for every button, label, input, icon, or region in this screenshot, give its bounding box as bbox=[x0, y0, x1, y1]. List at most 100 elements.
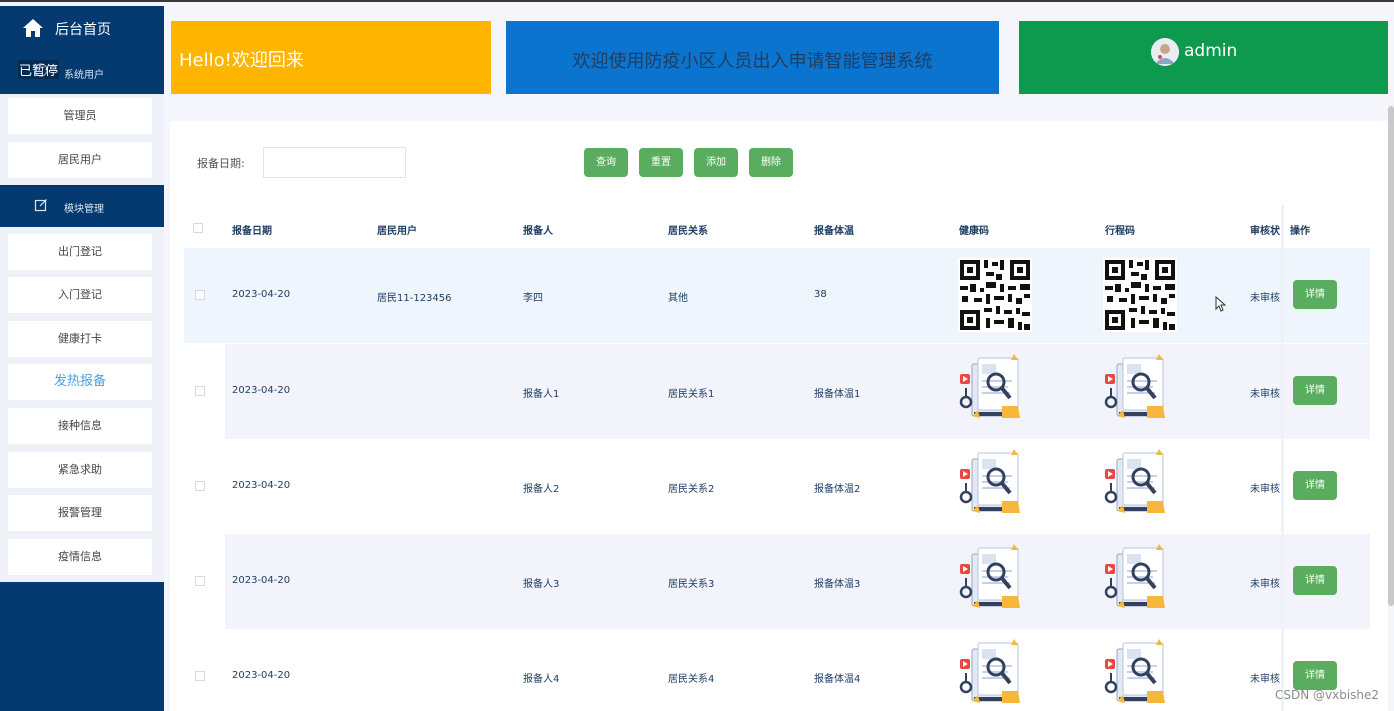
sidebar-group-system-users: 管理员 居民用户 bbox=[0, 94, 164, 185]
cell-report-date: 2023-04-20 bbox=[232, 480, 291, 491]
cell-report-date: 2023-04-20 bbox=[232, 385, 291, 396]
cell-status: 未审核 bbox=[1250, 484, 1280, 495]
window-top-border bbox=[0, 0, 1394, 2]
cell-reporter: 李四 bbox=[523, 293, 543, 304]
detail-button[interactable]: 详情 bbox=[1293, 280, 1337, 309]
sidebar-item-vaccination[interactable]: 接种信息 bbox=[8, 408, 152, 444]
sidebar-section-label: 系统用户 bbox=[64, 70, 104, 81]
cell-reporter: 报备人1 bbox=[523, 389, 560, 400]
trip-code-image[interactable] bbox=[1103, 639, 1177, 711]
cell-reporter: 报备人3 bbox=[523, 579, 560, 590]
avatar-icon bbox=[1151, 38, 1179, 66]
cell-status: 未审核 bbox=[1250, 579, 1280, 590]
reset-button[interactable]: 重置 bbox=[639, 148, 683, 177]
sidebar-home-link[interactable]: 后台首页 bbox=[0, 6, 164, 50]
sidebar-item-alarm-management[interactable]: 报警管理 bbox=[8, 495, 152, 531]
health-code-image[interactable] bbox=[958, 544, 1032, 618]
trip-code-image[interactable] bbox=[1103, 544, 1177, 618]
cell-temperature: 报备体温3 bbox=[814, 579, 861, 590]
cell-relation: 居民关系4 bbox=[668, 674, 715, 685]
trip-code-image[interactable] bbox=[1103, 258, 1177, 332]
cell-relation: 居民关系1 bbox=[668, 389, 715, 400]
detail-button[interactable]: 详情 bbox=[1293, 471, 1337, 500]
detail-button[interactable]: 详情 bbox=[1293, 566, 1337, 595]
column-header-health-code[interactable]: 健康码 bbox=[959, 222, 989, 237]
health-code-image[interactable] bbox=[958, 639, 1032, 711]
report-date-label: 报备日期: bbox=[197, 157, 245, 170]
admin-card[interactable]: admin bbox=[1019, 21, 1388, 94]
paused-overlay: 已暂停 bbox=[18, 60, 60, 79]
table-row[interactable] bbox=[184, 248, 1370, 343]
health-code-image[interactable] bbox=[958, 354, 1032, 428]
system-title-card: 欢迎使用防疫小区人员出入申请智能管理系统 bbox=[506, 21, 999, 94]
health-code-image[interactable] bbox=[958, 258, 1032, 332]
sidebar-home-label: 后台首页 bbox=[55, 22, 111, 38]
cell-temperature: 报备体温2 bbox=[814, 484, 861, 495]
column-header-resident[interactable]: 居民用户 bbox=[377, 222, 417, 237]
cell-reporter: 报备人4 bbox=[523, 674, 560, 685]
sidebar-section-label: 模块管理 bbox=[64, 204, 104, 215]
add-button[interactable]: 添加 bbox=[694, 148, 738, 177]
cell-status: 未审核 bbox=[1250, 389, 1280, 400]
cell-relation: 其他 bbox=[668, 293, 688, 304]
sidebar-item-health-checkin[interactable]: 健康打卡 bbox=[8, 321, 152, 357]
table-row[interactable] bbox=[225, 344, 1370, 439]
report-date-input[interactable] bbox=[263, 147, 406, 178]
detail-button[interactable]: 详情 bbox=[1293, 376, 1337, 405]
cell-report-date: 2023-04-20 bbox=[232, 575, 291, 586]
column-header-relation[interactable]: 居民关系 bbox=[668, 222, 708, 237]
cell-report-date: 2023-04-20 bbox=[232, 289, 291, 300]
avatar bbox=[1151, 38, 1179, 66]
system-title: 欢迎使用防疫小区人员出入申请智能管理系统 bbox=[572, 51, 933, 72]
row-checkbox[interactable] bbox=[195, 290, 205, 300]
home-icon bbox=[23, 19, 43, 37]
welcome-card: Hello!欢迎回来 bbox=[171, 21, 491, 94]
delete-button[interactable]: 删除 bbox=[749, 148, 793, 177]
watermark: CSDN @vxbishe2 bbox=[1275, 688, 1380, 702]
trip-code-image[interactable] bbox=[1103, 449, 1177, 523]
row-checkbox[interactable] bbox=[195, 576, 205, 586]
sidebar-item-epidemic-info[interactable]: 疫情信息 bbox=[8, 539, 152, 575]
cell-temperature: 报备体温1 bbox=[814, 389, 861, 400]
scrollbar[interactable] bbox=[1388, 106, 1394, 606]
column-header-date[interactable]: 报备日期 bbox=[232, 222, 272, 237]
cell-resident: 居民11-123456 bbox=[377, 293, 452, 304]
sidebar-item-exit-registration[interactable]: 出门登记 bbox=[8, 234, 152, 270]
sidebar-section-modules[interactable]: 模块管理 bbox=[0, 185, 164, 229]
column-header-trip-code[interactable]: 行程码 bbox=[1105, 222, 1135, 237]
edit-icon bbox=[34, 199, 47, 212]
health-code-image[interactable] bbox=[958, 449, 1032, 523]
cell-report-date: 2023-04-20 bbox=[232, 670, 291, 681]
cell-status: 未审核 bbox=[1250, 674, 1280, 685]
row-checkbox[interactable] bbox=[195, 481, 205, 491]
trip-code-image[interactable] bbox=[1103, 354, 1177, 428]
admin-name: admin bbox=[1184, 41, 1238, 61]
row-checkbox[interactable] bbox=[195, 386, 205, 396]
sidebar-item-residents[interactable]: 居民用户 bbox=[8, 142, 152, 178]
mouse-cursor-icon bbox=[1215, 296, 1227, 312]
cell-temperature: 报备体温4 bbox=[814, 674, 861, 685]
cell-relation: 居民关系3 bbox=[668, 579, 715, 590]
query-button[interactable]: 查询 bbox=[584, 148, 628, 177]
sidebar-item-entry-registration[interactable]: 入门登记 bbox=[8, 277, 152, 313]
welcome-text: Hello!欢迎回来 bbox=[179, 50, 304, 71]
sidebar-item-admin[interactable]: 管理员 bbox=[8, 98, 152, 134]
cell-temperature: 38 bbox=[814, 289, 827, 300]
column-header-status[interactable]: 审核状 bbox=[1250, 222, 1281, 237]
cell-status: 未审核 bbox=[1250, 293, 1280, 304]
column-header-temperature[interactable]: 报备体温 bbox=[814, 222, 854, 237]
column-header-actions: 操作 bbox=[1290, 226, 1310, 237]
column-header-reporter[interactable]: 报备人 bbox=[523, 222, 553, 237]
sidebar-item-fever-report[interactable]: 发热报备 bbox=[8, 364, 152, 400]
table-row[interactable] bbox=[184, 629, 1370, 711]
table-row[interactable] bbox=[184, 439, 1370, 534]
sidebar-group-modules: 出门登记 入门登记 健康打卡 发热报备 接种信息 紧急求助 报警管理 疫情信息 bbox=[0, 227, 164, 582]
detail-button[interactable]: 详情 bbox=[1293, 661, 1337, 690]
fixed-column-divider bbox=[1281, 205, 1284, 711]
sidebar-item-emergency-help[interactable]: 紧急求助 bbox=[8, 452, 152, 488]
cell-reporter: 报备人2 bbox=[523, 484, 560, 495]
cell-relation: 居民关系2 bbox=[668, 484, 715, 495]
table-row[interactable] bbox=[225, 534, 1370, 629]
select-all-checkbox[interactable] bbox=[193, 223, 203, 233]
row-checkbox[interactable] bbox=[195, 671, 205, 681]
